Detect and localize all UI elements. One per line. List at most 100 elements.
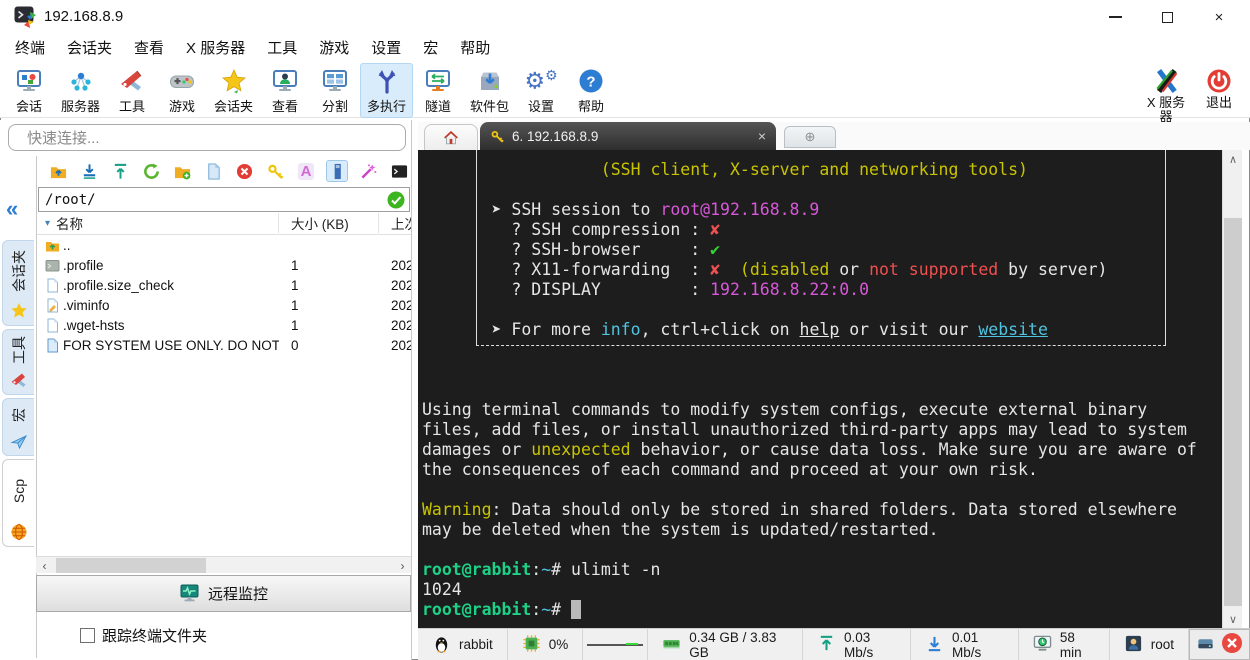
status-user-icon bbox=[1124, 634, 1143, 656]
toolbar-sessionsfolder-button[interactable]: 会话夹 bbox=[207, 63, 260, 118]
toolbar-help-button[interactable]: ? 帮助 bbox=[566, 63, 616, 118]
follow-terminal-folder[interactable]: 跟踪终端文件夹 bbox=[80, 625, 207, 646]
monitor-pulse-icon bbox=[179, 583, 200, 604]
toolbar-xserver-button[interactable]: X 服务器 bbox=[1138, 63, 1194, 128]
status-penguin-icon bbox=[432, 634, 451, 656]
file-row[interactable]: .. bbox=[37, 235, 411, 255]
wand-icon[interactable] bbox=[357, 160, 379, 182]
side-tab-scp[interactable]: Scp bbox=[2, 459, 34, 547]
toolbar-session-button[interactable]: 会话 bbox=[4, 63, 54, 118]
terminal-scrollbar-thumb[interactable] bbox=[1224, 218, 1242, 606]
file-row[interactable]: .profile12023 bbox=[37, 255, 411, 275]
remote-monitoring-button[interactable]: 远程监控 bbox=[36, 575, 411, 612]
follow-terminal-folder-label: 跟踪终端文件夹 bbox=[102, 625, 207, 646]
scroll-down-arrow-icon[interactable]: ∨ bbox=[1223, 610, 1243, 628]
toolbar-tools-button[interactable]: 工具 bbox=[107, 63, 157, 118]
disk-icon[interactable] bbox=[1196, 634, 1215, 656]
file-row[interactable]: .wget-hsts12024 bbox=[37, 315, 411, 335]
terminal-scrollbar[interactable]: ∧ ∨ bbox=[1222, 150, 1242, 628]
key-icon bbox=[490, 129, 505, 144]
menu-item-7[interactable]: 宏 bbox=[412, 34, 449, 61]
side-tab-tools[interactable]: 工具 bbox=[2, 329, 34, 395]
status-cpu: 0% bbox=[508, 629, 584, 660]
scroll-right-arrow-icon[interactable]: › bbox=[394, 557, 411, 574]
side-tab-macros[interactable]: 宏 bbox=[2, 398, 34, 456]
follow-terminal-folder-checkbox[interactable] bbox=[80, 628, 95, 643]
file-table-header[interactable]: ▾名称 大小 (KB) 上次 bbox=[37, 212, 411, 235]
refresh-icon[interactable] bbox=[140, 160, 162, 182]
terminal-line: 1024 bbox=[422, 580, 1197, 600]
scroll-left-arrow-icon[interactable]: ‹ bbox=[36, 557, 53, 574]
close-session-icon[interactable] bbox=[1221, 632, 1243, 657]
status-uptime-text: 58 min bbox=[1060, 630, 1095, 660]
menu-item-4[interactable]: 工具 bbox=[256, 34, 308, 61]
menu-item-3[interactable]: X 服务器 bbox=[175, 34, 256, 61]
toolbar-servers-button[interactable]: 服务器 bbox=[54, 63, 107, 118]
status-uptime-icon bbox=[1033, 634, 1052, 656]
terminal-line bbox=[422, 380, 1197, 400]
toolbar-help-label: 帮助 bbox=[578, 96, 604, 115]
servers-icon bbox=[67, 67, 94, 94]
column-modified[interactable]: 上次 bbox=[379, 213, 411, 233]
menu-item-8[interactable]: 帮助 bbox=[449, 34, 501, 61]
terminal-screen[interactable]: (SSH client, X-server and networking too… bbox=[418, 150, 1222, 628]
status-cpu-icon bbox=[522, 634, 541, 656]
session-icon bbox=[16, 67, 43, 94]
menu-item-1[interactable]: 会话夹 bbox=[56, 34, 123, 61]
file-row[interactable]: FOR SYSTEM USE ONLY. DO NOT ...02023 bbox=[37, 335, 411, 355]
menu-item-2[interactable]: 查看 bbox=[123, 34, 175, 61]
minimize-button[interactable] bbox=[1092, 0, 1138, 34]
column-size[interactable]: 大小 (KB) bbox=[279, 213, 379, 233]
status-down: 0.01 Mb/s bbox=[911, 629, 1019, 660]
file-name: .profile.size_check bbox=[63, 278, 279, 293]
toolbar-settings-button[interactable]: ⚙⚙设置 bbox=[516, 63, 566, 118]
status-session-controls[interactable] bbox=[1189, 629, 1250, 660]
quick-connect-input[interactable]: 快速连接... bbox=[8, 124, 406, 151]
maximize-button[interactable] bbox=[1144, 0, 1190, 34]
menu-item-0[interactable]: 终端 bbox=[4, 34, 56, 61]
horizontal-scrollbar-thumb[interactable] bbox=[56, 558, 206, 573]
scroll-up-arrow-icon[interactable]: ∧ bbox=[1223, 150, 1243, 168]
column-name[interactable]: ▾名称 bbox=[37, 213, 279, 233]
cpu-graph bbox=[587, 644, 643, 646]
toolbar-tunnel-button[interactable]: 隧道 bbox=[413, 63, 463, 118]
collapse-sidebar-button[interactable]: « bbox=[6, 196, 16, 222]
path-field[interactable]: /root/ bbox=[38, 187, 410, 212]
upload-icon[interactable] bbox=[109, 160, 131, 182]
up-folder-icon[interactable] bbox=[47, 160, 69, 182]
toolbar-packages-button[interactable]: 软件包 bbox=[463, 63, 516, 118]
status-ram-text: 0.34 GB / 3.83 GB bbox=[689, 630, 788, 660]
file-row[interactable]: .profile.size_check12023 bbox=[37, 275, 411, 295]
toolbar-games-button[interactable]: 游戏 bbox=[157, 63, 207, 118]
horizontal-scrollbar[interactable]: ‹ › bbox=[36, 556, 411, 573]
svg-text:?: ? bbox=[586, 73, 595, 90]
key-icon[interactable] bbox=[264, 160, 286, 182]
panel-toggle-icon[interactable] bbox=[326, 160, 348, 182]
toolbar-exit-label: 退出 bbox=[1206, 96, 1232, 110]
new-folder-icon[interactable] bbox=[171, 160, 193, 182]
toolbar-split-button[interactable]: 分割 bbox=[310, 63, 360, 118]
toolbar-multiexec-button[interactable]: 多执行 bbox=[360, 63, 413, 118]
side-tab-strip: « 会话夹工具宏Scp bbox=[0, 158, 36, 660]
tab-home[interactable] bbox=[424, 124, 478, 150]
toolbar-games-label: 游戏 bbox=[169, 96, 195, 115]
delete-icon[interactable] bbox=[233, 160, 255, 182]
toolbar-view-button[interactable]: 查看 bbox=[260, 63, 310, 118]
globe-icon bbox=[9, 522, 29, 542]
toolbar-exit-button[interactable]: 退出 bbox=[1194, 63, 1244, 113]
side-tab-sessions[interactable]: 会话夹 bbox=[2, 240, 34, 326]
file-row[interactable]: .viminfo12024 bbox=[37, 295, 411, 315]
close-button[interactable]: × bbox=[1196, 0, 1242, 34]
new-tab-button[interactable]: ⊕ bbox=[784, 126, 836, 148]
status-ram: 0.34 GB / 3.83 GB bbox=[648, 629, 803, 660]
terminal-icon[interactable] bbox=[388, 160, 410, 182]
file-date: 2024 bbox=[379, 318, 411, 333]
menu-item-5[interactable]: 游戏 bbox=[308, 34, 360, 61]
tab-session-active[interactable]: 6. 192.168.8.9 × bbox=[480, 122, 776, 150]
font-icon[interactable]: A bbox=[295, 160, 317, 182]
tab-close-icon[interactable]: × bbox=[758, 128, 766, 144]
new-file-icon[interactable] bbox=[202, 160, 224, 182]
menu-item-6[interactable]: 设置 bbox=[360, 34, 412, 61]
path-confirm-icon[interactable] bbox=[387, 191, 405, 209]
download-icon[interactable] bbox=[78, 160, 100, 182]
